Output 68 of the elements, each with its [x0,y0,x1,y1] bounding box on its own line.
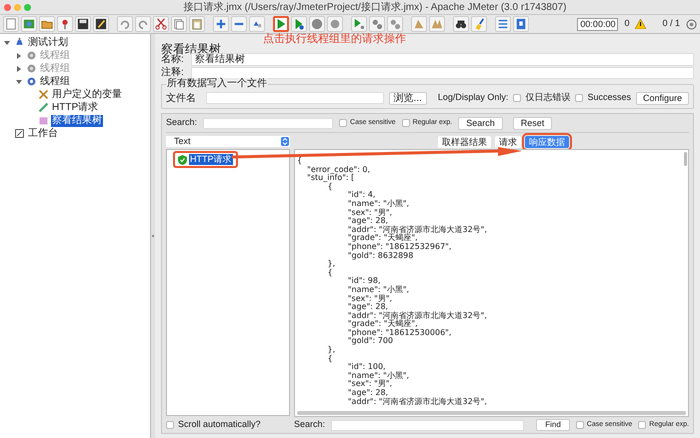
scroll-auto-checkbox[interactable] [166,420,174,428]
new-file-icon[interactable] [3,16,19,32]
search-label: Search: [166,116,198,130]
configure-button[interactable]: Configure [636,92,689,104]
tree-item[interactable]: HTTP请求 [51,102,100,114]
successes-label: Successes [587,91,631,104]
errors-only-label: 仅日志错误 [525,91,570,104]
name-label: 名称: [161,54,184,66]
brush-icon[interactable] [471,16,487,32]
case-sensitive-checkbox[interactable] [339,119,348,127]
regex-checkbox[interactable] [402,119,410,127]
maximize-window-icon[interactable] [24,4,31,10]
play-icon[interactable] [273,16,289,32]
tree-item[interactable]: 线程组 [39,76,71,88]
find-label: Search: [294,418,326,432]
tree-item[interactable]: 测试计划 [27,36,69,48]
window-title: 接口请求.jmx (/Users/ray/JmeterProject/接口请求.jmx) - Apache JMeter (3.0 r1743807) [182,0,568,14]
tree-item[interactable]: 用户定义的变量 [51,88,123,100]
expanded-triangle-icon[interactable] [16,78,22,84]
search-button[interactable]: Search [458,116,503,130]
errors-only-checkbox[interactable] [513,94,522,102]
tree-item[interactable]: 工作台 [27,128,59,140]
name-field[interactable]: 察看结果树 [191,53,694,66]
find-button[interactable]: Find [536,419,570,431]
annotation-text: 点击执行线程组里的请求操作 [263,32,406,47]
renderer-dropdown[interactable]: Text [166,136,290,147]
search-field[interactable] [203,118,334,128]
find-regex-checkbox[interactable] [638,421,646,429]
file-name-field[interactable] [206,92,384,104]
copy-icon[interactable] [171,16,187,32]
renderer-value: Text [174,134,192,148]
horizontal-scrollbar[interactable] [297,411,686,415]
close-window-icon[interactable] [4,4,11,10]
dropdown-arrows-icon [281,137,289,146]
undo-icon[interactable] [117,16,133,32]
reset-button[interactable]: Reset [512,116,552,130]
find-field[interactable] [331,420,524,430]
open-folder-icon[interactable] [39,16,55,32]
result-item[interactable]: HTTP请求 [189,154,232,165]
vertical-scrollbar[interactable] [684,152,687,166]
error-count: 0 [624,17,630,30]
save-icon[interactable] [75,16,91,32]
successes-checkbox[interactable] [575,94,584,102]
file-name-label: 文件名 [166,92,197,106]
tree-item[interactable]: 察看结果树 [51,114,103,126]
thread-count: 0 / 1 [662,17,680,30]
binoculars-icon[interactable] [453,16,469,32]
function-list-icon[interactable] [495,16,511,32]
plus-icon[interactable] [213,16,229,32]
save-as-icon[interactable] [93,16,109,32]
expanded-triangle-icon[interactable] [4,40,10,46]
log-display-label: Log/Display Only: [438,91,508,104]
cut-icon[interactable] [153,16,169,32]
elapsed-time-field: 00:00:00 [577,18,618,30]
comment-field[interactable] [191,66,694,78]
redo-icon[interactable] [135,16,151,32]
browse-button[interactable]: 浏览... [388,92,427,104]
response-text: { "error_code": 0, "stu_info": [ { "id": 4, "name": "小黑", "sex": "男", "age": 28, "addr": "河南省济源市北海大道32号", "grade": "天蝎座", "phone": "18612532967", "gold": 8632898 }, { "id": 98, "name": "小黑", "sex": "男", "age": 28, "addr": "河南省济源市北海大道32号", "grade": "天蝎座", "phone": "18612530006", "gold": 700 }, { "id": 100, "name": "小黑", "sex": "男", "age": 28, "addr": "河南省济源市北海大道32号", [296,155,488,408]
file-group-title: 所有数据写入一个文件 [166,78,268,90]
tab[interactable]: 取样器结果 [438,136,491,148]
comment-label: 注释: [161,66,185,78]
paste-icon[interactable] [189,16,205,32]
tab[interactable]: 请求 [495,136,521,148]
scroll-auto-label: Scroll automatically? [178,418,261,431]
minus-icon[interactable] [231,16,247,32]
tab[interactable]: 响应数据 [525,136,569,148]
find-case-checkbox[interactable] [576,421,584,429]
warning-icon[interactable] [635,19,646,29]
